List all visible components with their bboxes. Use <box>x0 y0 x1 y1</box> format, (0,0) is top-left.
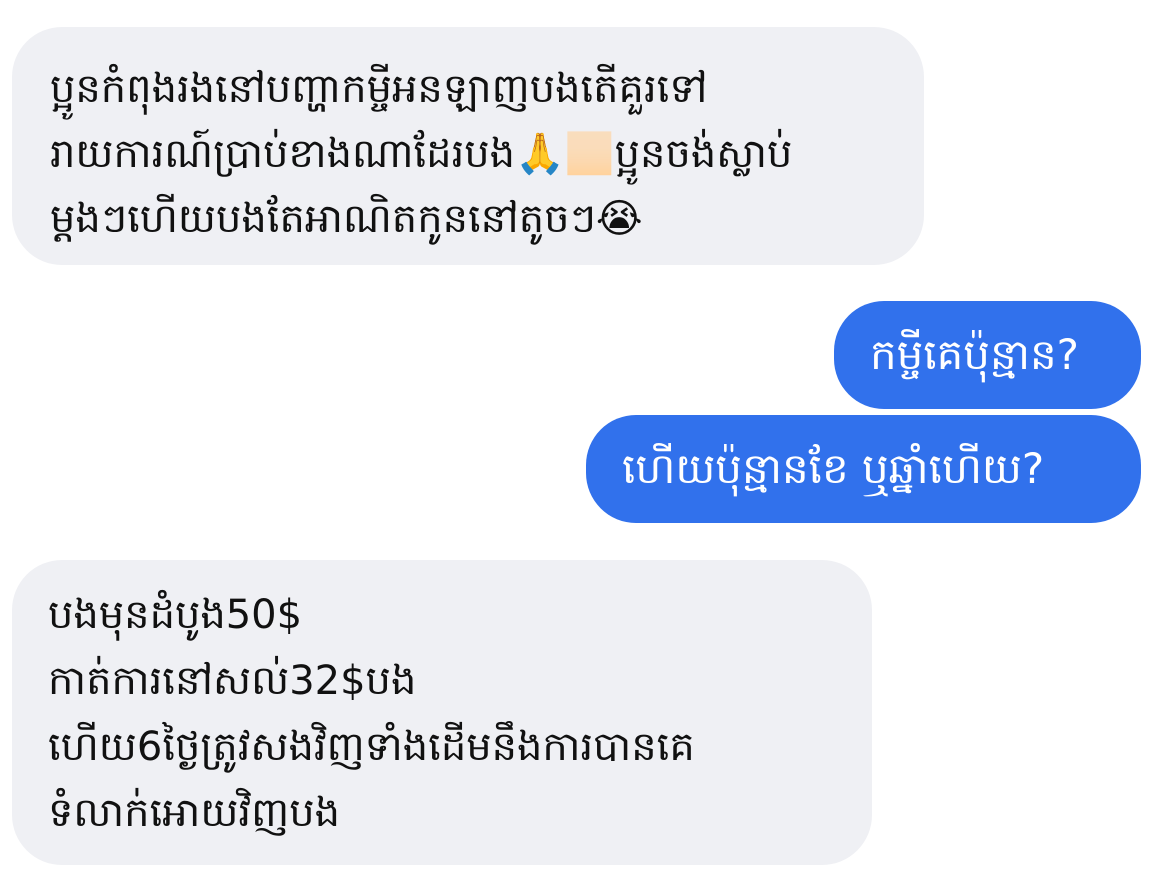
incoming-message-bubble[interactable]: ប្អូនកំពុងរងនៅបញ្ហាកម្ចីអនឡាញបងតើគួរទៅ រ… <box>12 27 924 265</box>
message-text-line: ទំលាក់អោយវិញបង <box>48 790 340 836</box>
chat-thread: ប្អូនកំពុងរងនៅបញ្ហាកម្ចីអនឡាញបងតើគួរទៅ រ… <box>0 0 1165 891</box>
message-text-line: ហើយ6ថ្ងៃត្រូវសងវិញទាំងដើមនឹងការបានគេ <box>48 724 695 770</box>
outgoing-message-bubble[interactable]: កម្ចីគេប៉ុន្មាន? <box>834 301 1141 409</box>
message-text-line: ហើយប៉ុន្មានខែ ឬឆ្នាំហើយ? <box>622 444 1045 493</box>
message-text-line: រាយការណ៍ប្រាប់ខាងណាដែរបង🙏🏻ប្អូនចង់ស្លាប់ <box>50 131 793 177</box>
message-text-line: ប្អូនកំពុងរងនៅបញ្ហាកម្ចីអនឡាញបងតើគួរទៅ <box>50 66 708 112</box>
incoming-message-bubble[interactable]: បងមុនដំបូង50$ កាត់ការនៅសល់32$បង ហើយ6ថ្ងៃ… <box>12 560 872 865</box>
message-text-line: កម្ចីគេប៉ុន្មាន? <box>870 330 1079 379</box>
message-text-line: កាត់ការនៅសល់32$បង <box>48 658 417 704</box>
message-text-line: បងមុនដំបូង50$ <box>48 592 303 638</box>
outgoing-message-bubble[interactable]: ហើយប៉ុន្មានខែ ឬឆ្នាំហើយ? <box>586 415 1141 523</box>
message-text-line: ម្តងៗហើយបងតែអាណិតកូននៅតូចៗ😭 <box>50 196 643 242</box>
